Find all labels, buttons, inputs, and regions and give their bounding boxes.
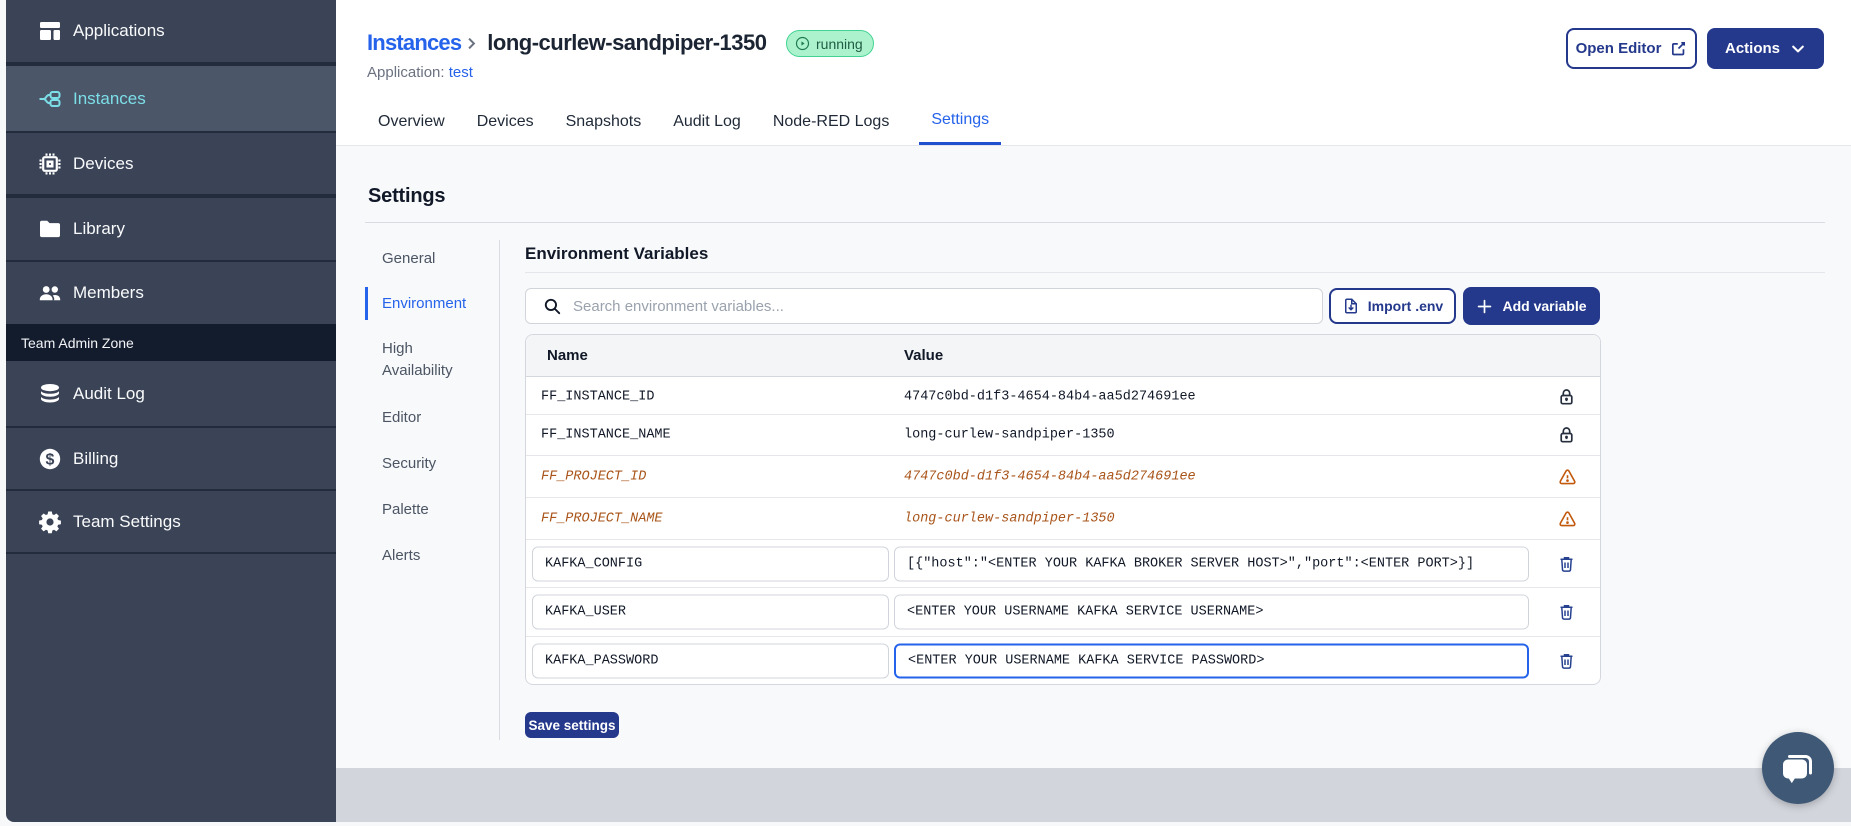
- svg-text:$: $: [46, 451, 55, 468]
